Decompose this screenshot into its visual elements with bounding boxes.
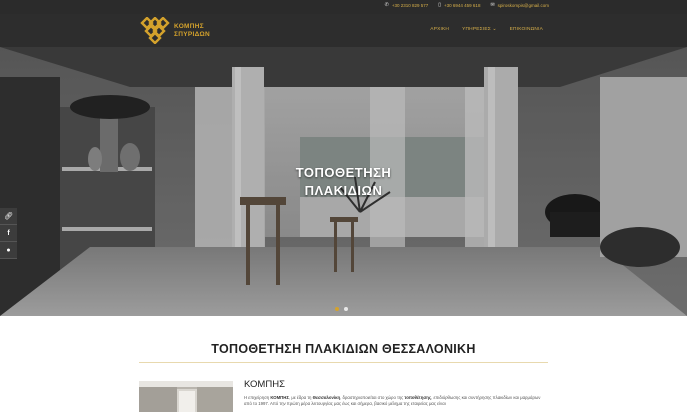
mobile-contact[interactable]: ▯ +30 6944 459 618 xyxy=(438,2,480,9)
logo-mark-icon xyxy=(140,17,170,44)
slider-dot-1[interactable] xyxy=(335,307,339,311)
intro-text-3: , δραστηριοποιείται στο χώρο της xyxy=(340,395,405,400)
intro-paragraph: Η επιχείρηση ΚΟΜΠΗΣ, με έδρα τη Θεσσαλον… xyxy=(244,395,549,408)
hero-title-line-1: ΤΟΠΟΘΕΤΗΣΗ xyxy=(295,165,392,180)
company-heading: ΚΟΜΠΗΣ xyxy=(244,379,285,390)
phone-icon: ✆ xyxy=(384,2,389,8)
share-facebook-button[interactable]: f xyxy=(0,225,17,242)
share-messenger-button[interactable]: ● xyxy=(0,242,17,259)
hero-photo xyxy=(0,47,687,316)
top-contact-bar: ✆ +30 2310 829 577 ▯ +30 6944 459 618 ✉ … xyxy=(0,0,687,14)
logo-line-1: ΚΟΜΠΗΣ xyxy=(174,22,204,30)
phone-number[interactable]: +30 2310 829 577 xyxy=(392,3,428,8)
section-title: ΤΟΠΟΘΕΤΗΣΗ ΠΛΑΚΙΔΙΩΝ ΘΕΣΣΑΛΟΝΙΚΗ xyxy=(211,342,476,356)
nav-item-services[interactable]: ΥΠΗΡΕΣΙΕΣ ⌄ xyxy=(462,27,497,32)
content-image xyxy=(139,381,233,412)
intro-bold-service: τοποθέτησης xyxy=(404,395,432,400)
hero-title-line-2: ΠΛΑΚΙΔΙΩΝ xyxy=(304,183,383,198)
logo-line-2: ΣΠΥΡΙΔΩΝ xyxy=(174,30,211,38)
email-icon: ✉ xyxy=(490,2,495,8)
main-nav: ΑΡΧΙΚΗ ΥΠΗΡΕΣΙΕΣ ⌄ ΕΠΙΚΟΙΝΩΝΙΑ xyxy=(430,27,543,32)
link-icon: 🔗︎ xyxy=(4,213,13,220)
mobile-number[interactable]: +30 6944 459 618 xyxy=(444,3,480,8)
share-link-button[interactable]: 🔗︎ xyxy=(0,208,17,225)
intro-text-2: , με έδρα τη xyxy=(288,395,313,400)
email-address[interactable]: spiroskompis@gmail.com xyxy=(498,3,549,8)
nav-item-home[interactable]: ΑΡΧΙΚΗ xyxy=(430,27,449,32)
site-logo[interactable]: ΚΟΜΠΗΣ ΣΠΥΡΙΔΩΝ xyxy=(139,17,210,44)
intro-bold-city: Θεσσαλονίκη xyxy=(312,395,341,400)
email-contact[interactable]: ✉ spiroskompis@gmail.com xyxy=(490,2,549,9)
facebook-icon: f xyxy=(7,229,10,237)
contact-list: ✆ +30 2310 829 577 ▯ +30 6944 459 618 ✉ … xyxy=(384,2,549,9)
slider-pagination xyxy=(335,307,348,311)
nav-item-contact[interactable]: ΕΠΙΚΟΙΝΩΝΙΑ xyxy=(510,27,543,32)
mobile-icon: ▯ xyxy=(438,2,442,8)
logo-text: ΚΟΜΠΗΣ ΣΠΥΡΙΔΩΝ xyxy=(174,23,210,39)
title-divider xyxy=(139,362,548,363)
messenger-icon: ● xyxy=(6,246,11,254)
phone-contact[interactable]: ✆ +30 2310 829 577 xyxy=(384,2,429,9)
site-header: ΚΟΜΠΗΣ ΣΠΥΡΙΔΩΝ ΑΡΧΙΚΗ ΥΠΗΡΕΣΙΕΣ ⌄ ΕΠΙΚΟ… xyxy=(0,14,687,47)
intro-text-1: Η επιχείρηση xyxy=(244,395,271,400)
hero-slider: ΤΟΠΟΘΕΤΗΣΗ ΠΛΑΚΙΔΙΩΝ xyxy=(0,47,687,316)
intro-bold-company: ΚΟΜΠΗΣ xyxy=(270,395,289,400)
slider-dot-2[interactable] xyxy=(344,307,348,311)
share-sidebar: 🔗︎ f ● xyxy=(0,208,17,259)
